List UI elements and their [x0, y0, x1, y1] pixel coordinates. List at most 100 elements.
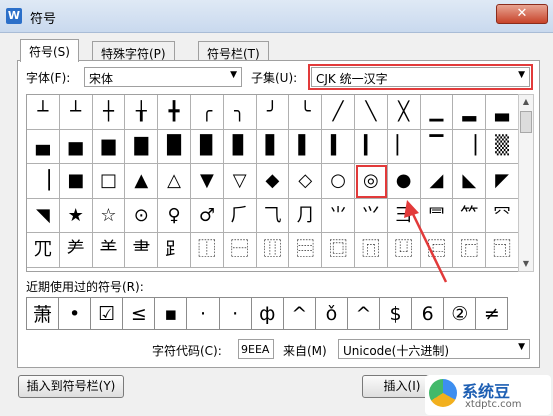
symbol-cell[interactable]: ⺳: [486, 198, 519, 234]
symbol-cell[interactable]: ■: [59, 164, 93, 199]
symbol-cell[interactable]: ◣: [453, 164, 487, 199]
symbol-cell[interactable]: ⿹: [486, 233, 519, 268]
symbol-cell[interactable]: ▎: [354, 129, 388, 165]
symbol-cell[interactable]: ⿸: [453, 233, 487, 268]
symbol-cell[interactable]: ╳: [387, 95, 421, 130]
subset-dropdown[interactable]: CJK 统一汉字 ▼: [308, 64, 533, 90]
symbol-cell[interactable]: ▁: [420, 95, 454, 130]
symbol-cell[interactable]: ▒: [486, 129, 519, 165]
grid-scrollbar[interactable]: ▲ ▼: [518, 94, 534, 272]
recent-symbol[interactable]: ·: [218, 297, 252, 330]
recent-symbol[interactable]: ≤: [122, 297, 156, 330]
symbol-cell[interactable]: ▊: [223, 129, 257, 165]
symbol-cell[interactable]: ⿱: [223, 233, 257, 268]
symbol-cell[interactable]: ◆: [256, 164, 290, 199]
symbol-cell[interactable]: ▌: [289, 129, 323, 165]
symbol-cell[interactable]: ★: [59, 198, 93, 234]
symbol-cell[interactable]: ⺶: [59, 233, 93, 268]
symbol-cell[interactable]: ○: [322, 164, 355, 199]
symbol-cell[interactable]: ⿴: [322, 233, 355, 268]
symbol-cell[interactable]: ▕: [453, 129, 487, 165]
symbol-cell[interactable]: ⿷: [420, 233, 454, 268]
symbol-cell[interactable]: ▏: [387, 129, 421, 165]
symbol-cell[interactable]: ☆: [92, 198, 126, 234]
symbol-cell[interactable]: ▉: [190, 129, 224, 165]
tab-symbol-bar[interactable]: 符号栏(T): [198, 41, 269, 61]
symbol-cell[interactable]: ▲: [125, 164, 159, 199]
symbol-cell[interactable]: ╋: [158, 95, 191, 130]
symbol-cell[interactable]: █: [158, 129, 191, 165]
recent-symbol[interactable]: •: [58, 297, 92, 330]
recent-symbol[interactable]: ≠: [475, 297, 509, 330]
recent-symbol[interactable]: ☑: [90, 297, 124, 330]
symbol-cell[interactable]: ⻊: [158, 233, 191, 268]
symbol-cell[interactable]: ╮: [223, 95, 257, 130]
symbol-cell[interactable]: ╲: [354, 95, 388, 130]
symbol-cell[interactable]: ╰: [289, 95, 323, 130]
recent-symbol[interactable]: 萧: [26, 297, 60, 330]
symbol-cell[interactable]: ⊙: [125, 198, 159, 234]
scroll-thumb[interactable]: [520, 111, 532, 133]
symbol-cell[interactable]: ●: [387, 164, 421, 199]
symbol-cell[interactable]: ⺍: [354, 198, 388, 234]
symbol-cell[interactable]: ◎: [354, 164, 388, 199]
symbol-cell[interactable]: ⺌: [322, 198, 355, 234]
symbol-cell[interactable]: ▍: [322, 129, 355, 165]
recent-symbol[interactable]: ǒ: [314, 297, 348, 330]
font-dropdown[interactable]: 宋体 ▼: [84, 67, 242, 87]
symbol-cell[interactable]: ⿳: [289, 233, 323, 268]
symbol-cell[interactable]: ▅: [59, 129, 93, 165]
encoding-dropdown[interactable]: Unicode(十六进制) ▼: [338, 339, 530, 359]
recent-symbol[interactable]: $: [379, 297, 413, 330]
tab-special-chars[interactable]: 特殊字符(P): [92, 41, 175, 61]
tab-symbols[interactable]: 符号(S): [20, 39, 79, 62]
scroll-down-icon[interactable]: ▼: [519, 257, 533, 271]
symbol-cell[interactable]: ◤: [486, 164, 519, 199]
recent-symbol[interactable]: ^: [346, 297, 381, 330]
symbol-cell[interactable]: ⺴: [27, 233, 60, 268]
symbol-cell[interactable]: ♂: [190, 198, 224, 234]
symbol-cell[interactable]: ▼: [190, 164, 224, 199]
symbol-cell[interactable]: ⺜: [420, 198, 454, 234]
symbol-cell[interactable]: □: [92, 164, 126, 199]
symbol-cell[interactable]: ▄: [27, 129, 60, 165]
insert-to-symbol-bar-button[interactable]: 插入到符号栏(Y): [18, 375, 124, 398]
recent-symbol[interactable]: ②: [443, 297, 477, 330]
symbol-cell[interactable]: ╭: [190, 95, 224, 130]
recent-symbol[interactable]: ^: [282, 297, 316, 330]
symbol-cell[interactable]: ▕: [27, 164, 60, 199]
symbol-cell[interactable]: ◇: [289, 164, 323, 199]
symbol-cell[interactable]: ▂: [453, 95, 487, 130]
symbol-cell[interactable]: ┴: [59, 95, 93, 130]
symbol-cell[interactable]: ◢: [420, 164, 454, 199]
symbol-cell[interactable]: ♀: [158, 198, 191, 234]
symbol-cell[interactable]: ▃: [486, 95, 519, 130]
symbol-cell[interactable]: ⺄: [256, 198, 290, 234]
close-button[interactable]: ✕: [496, 4, 548, 24]
symbol-cell[interactable]: ▔: [420, 129, 454, 165]
symbol-cell[interactable]: ⺕: [387, 198, 421, 234]
symbol-cell[interactable]: ⿵: [354, 233, 388, 268]
symbol-cell[interactable]: ▇: [125, 129, 159, 165]
recent-symbol[interactable]: ▪: [154, 297, 188, 330]
symbol-cell[interactable]: ╯: [256, 95, 290, 130]
symbol-cell[interactable]: ⺮: [453, 198, 487, 234]
symbol-cell[interactable]: ╱: [322, 95, 355, 130]
char-code-input[interactable]: 9EEA: [238, 339, 274, 359]
recent-symbol[interactable]: ф: [250, 297, 284, 330]
scroll-up-icon[interactable]: ▲: [519, 95, 533, 109]
symbol-cell[interactable]: ╁: [125, 95, 159, 130]
symbol-cell[interactable]: ⺻: [125, 233, 159, 268]
symbol-cell[interactable]: ▋: [256, 129, 290, 165]
symbol-cell[interactable]: ⺷: [92, 233, 126, 268]
recent-symbol[interactable]: 6: [411, 297, 445, 330]
symbol-cell[interactable]: ▽: [223, 164, 257, 199]
symbol-cell[interactable]: ◥: [27, 198, 60, 234]
symbol-cell[interactable]: ┼: [92, 95, 126, 130]
symbol-cell[interactable]: ▆: [92, 129, 126, 165]
symbol-cell[interactable]: ⿲: [256, 233, 290, 268]
symbol-cell[interactable]: ⺆: [289, 198, 323, 234]
symbol-cell[interactable]: ⺁: [223, 198, 257, 234]
symbol-cell[interactable]: ┴: [27, 95, 60, 130]
symbol-cell[interactable]: ⿶: [387, 233, 421, 268]
